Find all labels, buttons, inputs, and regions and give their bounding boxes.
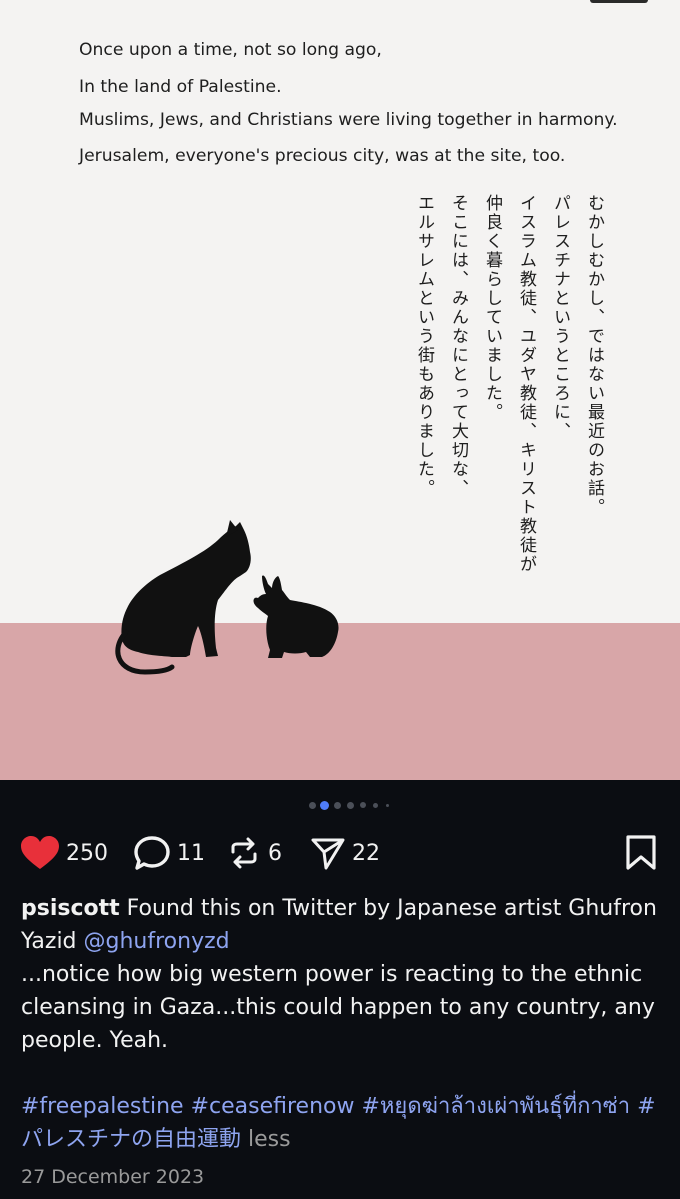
comment-bubble-icon	[134, 836, 170, 870]
share-count: 22	[352, 840, 380, 866]
repost-icon	[231, 837, 257, 869]
like-count: 250	[66, 840, 108, 866]
like-button[interactable]: 250	[20, 835, 108, 871]
repost-button[interactable]: 6	[226, 835, 282, 871]
hashtag-link[interactable]: #ceasefirenow	[191, 1094, 355, 1119]
carousel-indicator	[0, 798, 680, 814]
carousel-dot	[360, 802, 366, 808]
less-toggle[interactable]: less	[248, 1127, 291, 1152]
heart-icon	[21, 836, 59, 869]
post-caption: psiscott Found this on Twitter by Japane…	[21, 892, 661, 1156]
rabbit-silhouette	[253, 575, 339, 658]
share-button[interactable]: 22	[310, 835, 380, 871]
comment-button[interactable]: 11	[133, 835, 205, 871]
hashtag-link[interactable]: #freepalestine	[21, 1094, 184, 1119]
cat-silhouette	[121, 522, 251, 657]
username-link[interactable]: psiscott	[21, 896, 120, 921]
mention-link[interactable]: @ghufronyzd	[84, 929, 230, 954]
cat-and-rabbit-silhouette	[115, 520, 339, 675]
send-icon	[311, 838, 345, 870]
hashtag-link[interactable]: #หยุดฆ่าล้างเผ่าพันธุ์ที่กาซ่า	[362, 1094, 631, 1119]
carousel-dot	[373, 803, 378, 808]
repost-count: 6	[268, 840, 282, 866]
bookmark-icon	[626, 835, 656, 870]
bookmark-button[interactable]	[624, 835, 658, 871]
post-image[interactable]: Once upon a time, not so long ago, In th…	[0, 0, 680, 780]
comment-count: 11	[177, 840, 205, 866]
carousel-dot	[334, 802, 341, 809]
caption-text-2: ...notice how big western power is react…	[21, 962, 655, 1053]
post-date: 27 December 2023	[21, 1166, 205, 1188]
carousel-dot	[309, 802, 316, 809]
carousel-dot-active	[320, 801, 329, 810]
carousel-dot	[386, 804, 389, 807]
carousel-dot	[347, 802, 354, 809]
